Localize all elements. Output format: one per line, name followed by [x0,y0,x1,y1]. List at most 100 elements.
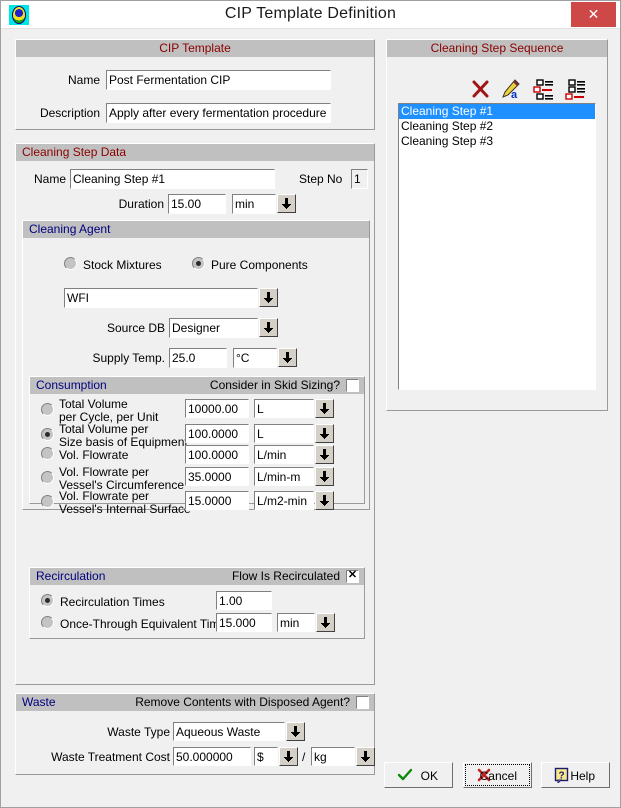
window-title: CIP Template Definition [224,5,397,22]
help-button-label: Help [570,769,595,783]
radio-vol-flowrate[interactable] [41,447,54,460]
list-item[interactable]: Cleaning Step #3 [399,134,595,149]
consumption-row-1-label-1: Total Volume per [59,422,149,436]
list-item[interactable]: Cleaning Step #2 [399,119,595,134]
step-no-label: Step No [299,172,343,186]
ok-button[interactable]: OK [384,762,453,788]
cip-template-header: CIP Template [16,40,374,57]
consumption-row-0-unit-dropdown-icon[interactable] [315,399,334,418]
cancel-button-label: Cancel [479,769,517,783]
cancel-button[interactable]: Cancel [463,762,532,788]
radio-recirculation-times[interactable] [41,594,54,607]
radio-vol-flowrate-per-circumference[interactable] [41,471,54,484]
consumption-row-0-unit[interactable]: L [254,399,314,418]
list-item[interactable]: Cleaning Step #1 [399,104,595,119]
move-step-down-icon[interactable] [563,78,589,100]
step-no-value: 1 [351,169,368,189]
rename-step-icon[interactable]: a [499,78,525,101]
consumption-row-3-value[interactable]: 35.0000 [185,467,249,486]
waste-cost-basis[interactable]: kg [311,747,355,766]
waste-cost-input[interactable]: 50.000000 [173,747,251,766]
sequence-title: Cleaning Step Sequence [430,41,564,55]
cip-template-group: CIP Template Name Post Fermentation CIP … [15,39,375,130]
step-name-label: Name [33,172,66,186]
consumption-row-1-value[interactable]: 100.0000 [185,424,249,443]
consumption-row-4-unit[interactable]: L/m2-min [254,491,314,510]
delete-step-icon[interactable] [468,78,494,100]
help-button[interactable]: ? Help [541,762,610,788]
recirculation-times-input[interactable]: 1.00 [216,591,272,610]
waste-cost-label: Waste Treatment Cost [51,750,170,764]
once-through-input[interactable]: 15.000 [216,613,272,632]
consumption-row-2-unit[interactable]: L/min [254,445,314,464]
recirculation-title: Recirculation [36,569,106,583]
radio-pure-components[interactable] [192,257,205,270]
step-data-title: Cleaning Step Data [22,145,127,159]
name-label: Name [67,73,100,87]
radio-vol-flowrate-per-internal-surface[interactable] [41,495,54,508]
once-through-unit[interactable]: min [277,613,315,632]
source-db-label: Source DB [106,321,165,335]
cip-template-definition-window: CIP Template Definition CIP Template Nam… [0,0,621,808]
template-name-input[interactable]: Post Fermentation CIP [106,70,331,90]
cleaning-step-listbox[interactable]: Cleaning Step #1 Cleaning Step #2 Cleani… [398,103,596,390]
radio-once-through-equivalent-time[interactable] [41,616,54,629]
step-data-header: Cleaning Step Data [16,144,374,161]
move-step-up-icon[interactable] [531,78,557,100]
consumption-row-0-value[interactable]: 10000.00 [185,399,249,418]
cip-template-title: CIP Template [159,41,231,55]
waste-type-label: Waste Type [107,725,170,739]
consumption-row-1-label-2: Size basis of Equipment [59,435,188,449]
consumption-row-0-label-1: Total Volume [59,397,128,411]
waste-type-dropdown-icon[interactable] [286,722,305,741]
consumption-row-4-value[interactable]: 15.0000 [185,491,249,510]
once-through-unit-dropdown-icon[interactable] [316,613,335,632]
consumption-row-4-unit-dropdown-icon[interactable] [315,491,334,510]
step-name-input[interactable]: Cleaning Step #1 [70,169,275,189]
flow-recirculated-checkbox[interactable] [346,569,359,583]
supply-temp-unit-field[interactable]: °C [233,348,277,368]
cleaning-agent-dropdown-icon[interactable] [259,288,278,307]
supply-temp-label: Supply Temp. [92,351,166,365]
waste-cost-basis-dropdown-icon[interactable] [356,747,375,766]
duration-unit-field[interactable]: min [232,194,276,214]
consumption-row-3-label-1: Vol. Flowrate per [59,465,150,479]
radio-total-volume-per-cycle[interactable] [41,403,54,416]
remove-contents-checkbox[interactable] [356,696,369,709]
cleaning-agent-title: Cleaning Agent [29,222,111,236]
source-db-dropdown-icon[interactable] [259,318,278,337]
recirculation-header: Recirculation Flow Is Recirculated [30,568,364,585]
source-db-input[interactable]: Designer [169,318,258,338]
remove-contents-label: Remove Contents with Disposed Agent? [135,695,350,709]
skid-sizing-checkbox[interactable] [346,379,359,392]
duration-unit-dropdown-icon[interactable] [277,194,296,213]
consumption-row-1-unit-dropdown-icon[interactable] [315,424,334,443]
waste-title: Waste [22,695,56,709]
pure-components-label: Pure Components [211,258,308,272]
skid-sizing-label: Consider in Skid Sizing? [209,378,340,392]
template-description-input[interactable]: Apply after every fermentation procedure [106,103,331,123]
cleaning-agent-input[interactable]: WFI [64,288,258,308]
flow-recirculated-label: Flow Is Recirculated [231,569,340,583]
consumption-row-3-unit-dropdown-icon[interactable] [315,467,334,486]
cleaning-step-sequence-group: Cleaning Step Sequence a Cleaning Step #… [386,39,608,411]
waste-cost-currency[interactable]: $ [254,747,278,766]
duration-input[interactable]: 15.00 [168,194,226,214]
radio-stock-mixtures[interactable] [64,257,77,270]
supply-temp-unit-dropdown-icon[interactable] [278,348,297,367]
consumption-row-2-unit-dropdown-icon[interactable] [315,445,334,464]
ok-button-label: OK [420,769,438,783]
consumption-row-2-label-1: Vol. Flowrate [59,448,129,462]
waste-group: Waste Remove Contents with Disposed Agen… [15,693,375,775]
consumption-row-3-unit[interactable]: L/min-m [254,467,314,486]
once-through-label: Once-Through Equivalent Time [60,617,227,631]
waste-type-input[interactable]: Aqueous Waste [173,722,285,741]
consumption-row-1-unit[interactable]: L [254,424,314,443]
waste-cost-currency-dropdown-icon[interactable] [279,747,298,766]
consumption-row-2-value[interactable]: 100.0000 [185,445,249,464]
radio-total-volume-per-size-basis[interactable] [41,428,54,441]
cleaning-agent-group: Cleaning Agent Stock Mixtures Pure Compo… [22,220,370,639]
close-icon[interactable] [571,2,616,27]
consumption-row-4-label-1: Vol. Flowrate per [59,489,150,503]
supply-temp-input[interactable]: 25.0 [169,348,227,368]
